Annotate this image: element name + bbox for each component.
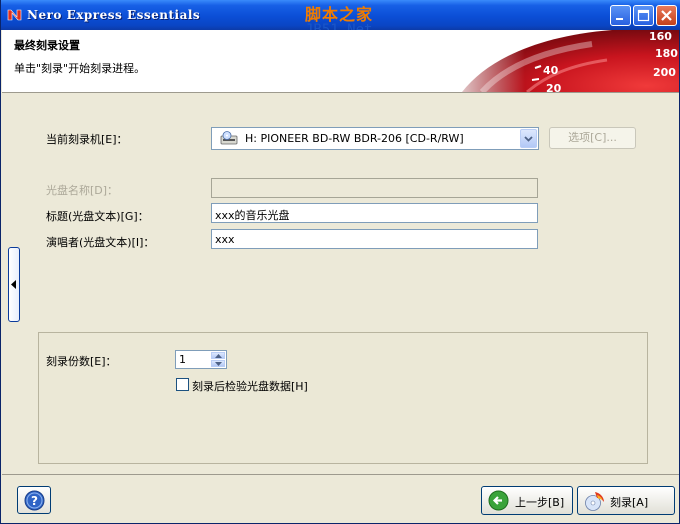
chevron-left-icon — [11, 280, 16, 289]
chevron-up-icon — [215, 354, 222, 358]
drive-icon — [220, 131, 238, 145]
collapse-panel-button[interactable] — [8, 247, 20, 322]
svg-text:?: ? — [31, 494, 38, 508]
burn-disc-icon — [585, 492, 604, 511]
help-button[interactable]: ? — [17, 486, 51, 514]
title-bar[interactable]: Nero Express Essentials 脚本之家 JB51.Net — [1, 0, 680, 38]
page-title: 最终刻录设置 — [14, 39, 80, 52]
minimize-button[interactable] — [610, 5, 631, 26]
recorder-label: 当前刻录机[E]： — [46, 133, 128, 146]
nero-window: Nero Express Essentials 脚本之家 JB51.Net 最终… — [0, 0, 680, 524]
copies-increment-button[interactable] — [211, 352, 225, 359]
nero-logo-icon — [7, 9, 22, 21]
page-subtitle: 单击"刻录"开始刻录进程。 — [14, 62, 146, 75]
copies-value: 1 — [179, 353, 186, 366]
artist-input[interactable]: xxx — [211, 229, 538, 249]
verify-checkbox[interactable] — [176, 378, 189, 391]
verify-label[interactable]: 刻录后检验光盘数据[H] — [192, 378, 308, 394]
maximize-icon — [637, 9, 650, 22]
recorder-dropdown-button[interactable] — [520, 129, 537, 148]
gauge-number: 160 — [649, 30, 672, 43]
burn-settings-group — [38, 332, 648, 464]
help-icon: ? — [24, 490, 45, 511]
gauge-number: 180 — [655, 47, 678, 60]
recorder-select[interactable]: H: PIONEER BD-RW BDR-206 [CD-R/RW] — [211, 127, 539, 150]
gauge-number: 20 — [546, 82, 562, 92]
burn-button[interactable]: 刻录[A] — [577, 486, 675, 515]
wizard-header: 最终刻录设置 单击"刻录"开始刻录进程。 160 180 200 40 20 — [2, 30, 679, 92]
recorder-value: H: PIONEER BD-RW BDR-206 [CD-R/RW] — [245, 132, 464, 145]
title-input[interactable]: xxx的音乐光盘 — [211, 203, 538, 223]
back-label: 上一步[B] — [515, 496, 565, 509]
close-icon — [661, 10, 672, 21]
chevron-down-icon — [215, 362, 222, 366]
gauge-number: 40 — [543, 64, 559, 77]
copies-label: 刻录份数[E]： — [46, 355, 117, 368]
minimize-icon — [616, 18, 623, 20]
burn-label: 刻录[A] — [610, 496, 649, 509]
chevron-down-icon — [524, 136, 533, 142]
artist-label: 演唱者(光盘文本)[I]： — [46, 236, 155, 249]
options-button[interactable]: 选项[C]... — [549, 127, 636, 149]
footer-divider — [2, 474, 679, 475]
disc-name-input[interactable] — [211, 178, 538, 198]
gauge-number: 200 — [653, 66, 676, 79]
copies-stepper[interactable]: 1 — [175, 350, 227, 369]
back-button[interactable]: 上一步[B] — [481, 486, 573, 515]
title-label: 标题(光盘文本)[G]： — [46, 210, 149, 223]
disc-name-label: 光盘名称[D]： — [46, 184, 119, 197]
close-button[interactable] — [656, 5, 677, 26]
window-title: Nero Express Essentials — [27, 8, 201, 22]
speedometer-graphic: 160 180 200 40 20 — [442, 30, 679, 92]
maximize-button[interactable] — [633, 5, 654, 26]
copies-spin-buttons — [211, 352, 225, 367]
copies-decrement-button[interactable] — [211, 360, 225, 367]
back-arrow-icon — [488, 490, 509, 511]
header-divider — [2, 92, 679, 93]
